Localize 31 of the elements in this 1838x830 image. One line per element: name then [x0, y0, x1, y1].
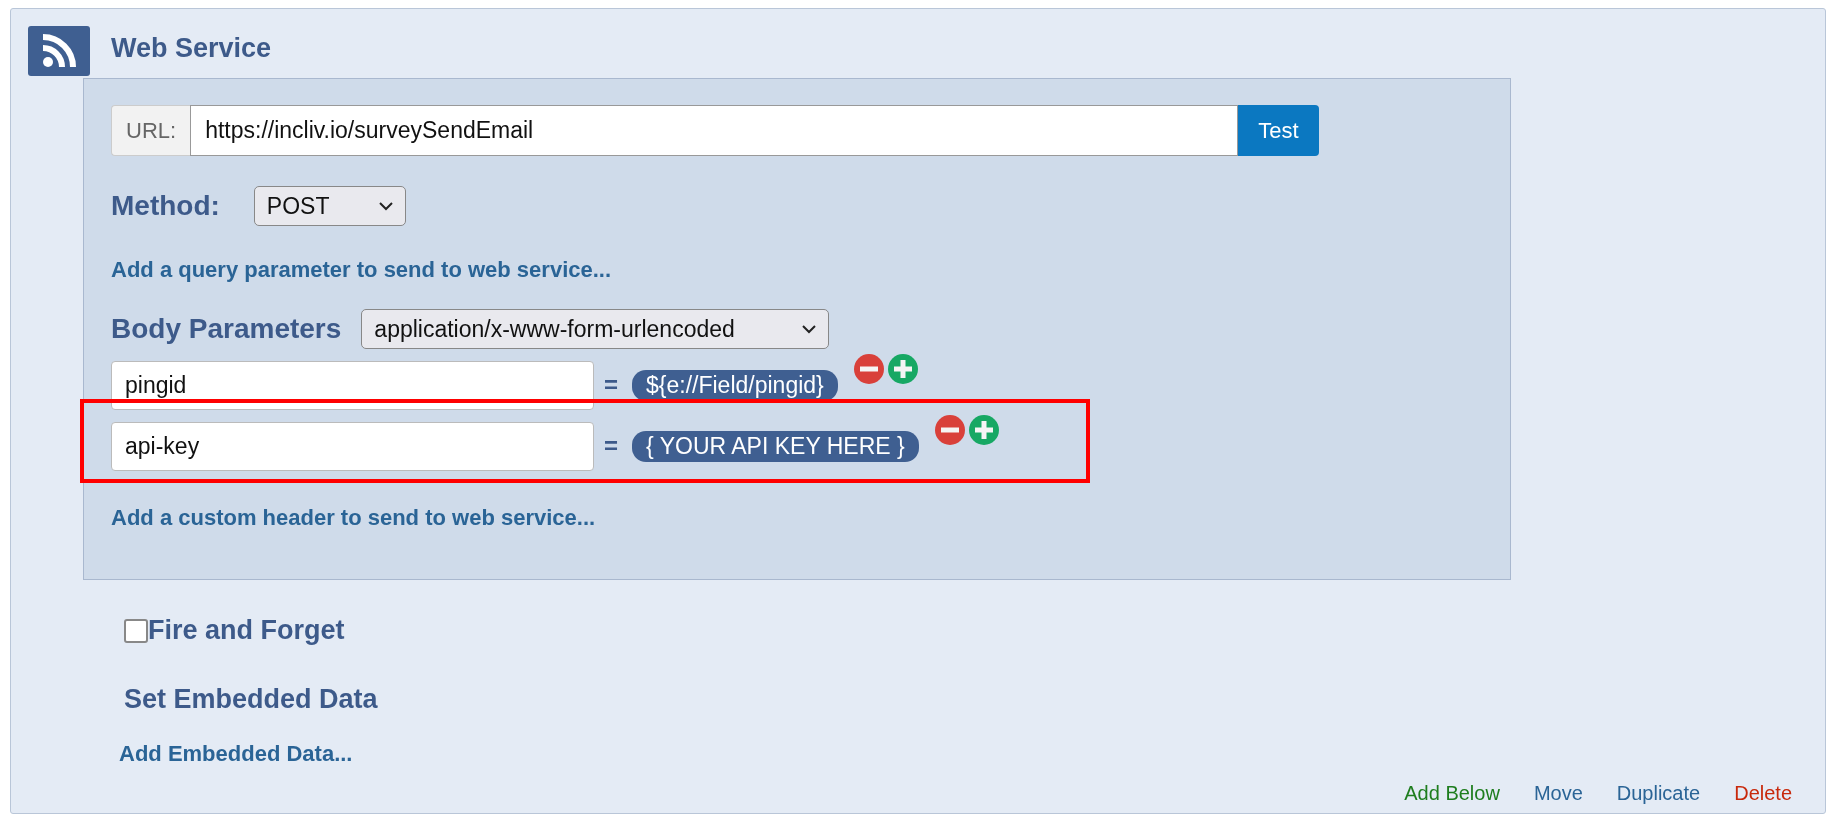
method-label: Method: — [111, 190, 220, 222]
fire-and-forget-label: Fire and Forget — [148, 615, 345, 646]
caret-icon — [378, 201, 393, 211]
add-button[interactable] — [887, 354, 918, 384]
parameter-name-field[interactable]: pingid — [111, 360, 594, 410]
rss-icon — [28, 26, 90, 76]
parameter-name-field[interactable]: api-key — [111, 421, 594, 471]
parameter-value-token[interactable]: ${e://Field/pingid} — [632, 369, 838, 401]
parameter-value-token[interactable]: { YOUR API KEY HERE } — [632, 430, 919, 462]
fire-and-forget-checkbox[interactable] — [124, 618, 148, 643]
card-title: Web Service — [111, 32, 272, 64]
method-select[interactable]: POST — [253, 186, 406, 226]
action-link[interactable]: Delete — [1734, 782, 1792, 805]
test-button[interactable]: Test — [1238, 105, 1319, 156]
remove-button[interactable] — [853, 354, 884, 384]
action-link[interactable]: Duplicate — [1616, 782, 1701, 805]
equals-sign: = — [604, 432, 618, 460]
action-link[interactable]: Add Below — [1404, 782, 1500, 805]
add-query-parameter-link[interactable]: Add a query parameter to send to web service... — [111, 257, 612, 282]
equals-sign: = — [604, 371, 618, 399]
action-link[interactable]: Move — [1533, 782, 1583, 805]
url-field[interactable]: https://incliv.io/surveySendEmail — [190, 105, 1238, 156]
caret-icon — [802, 324, 817, 334]
remove-button[interactable] — [934, 415, 965, 445]
url-label: URL: — [111, 105, 191, 156]
embedded-data-heading: Set Embedded Data — [124, 684, 378, 714]
add-button[interactable] — [968, 415, 999, 445]
body-parameters-label: Body Parameters — [111, 313, 342, 345]
add-embedded-data-link[interactable]: Add Embedded Data... — [119, 741, 353, 766]
add-custom-header-link[interactable]: Add a custom header to send to web service... — [111, 505, 596, 530]
encoding-select[interactable]: application/x-www-form-urlencoded — [361, 309, 830, 349]
